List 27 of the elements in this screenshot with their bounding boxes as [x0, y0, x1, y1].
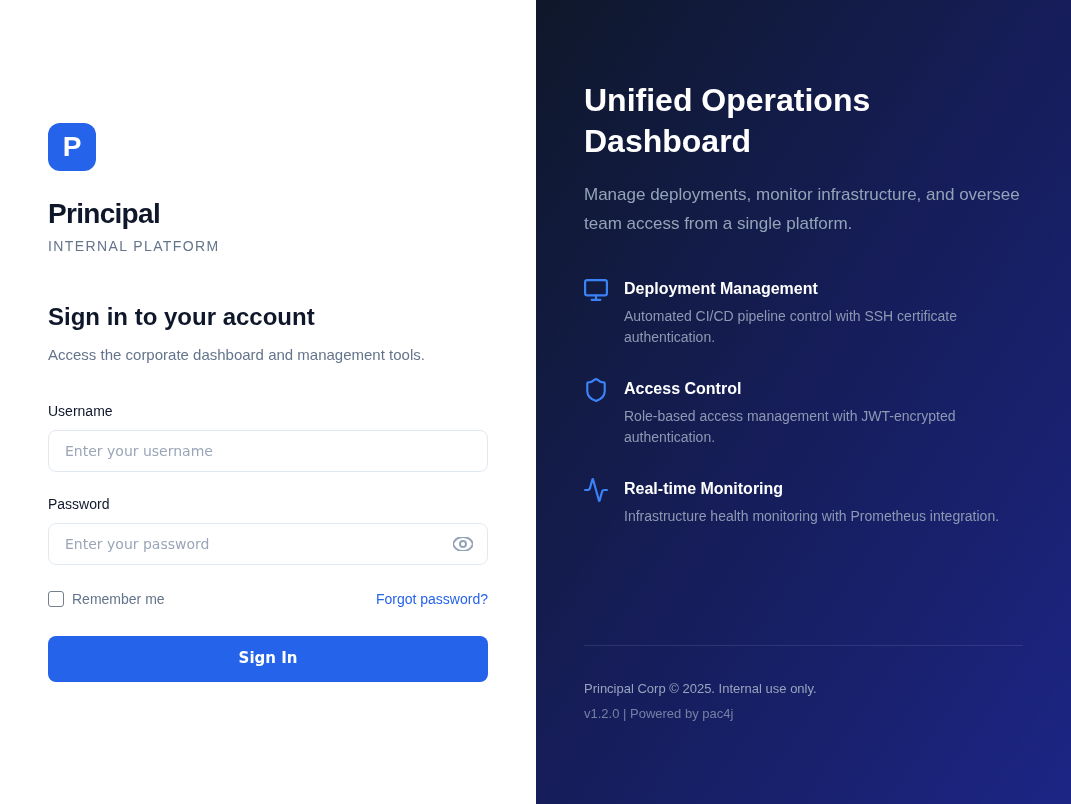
feature-title: Real-time Monitoring — [624, 479, 784, 499]
feature-description: Infrastructure health monitoring with Prometheus integration. — [624, 507, 1001, 526]
feature-description: Role-based access management with JWT-encrypted authentication. — [624, 407, 957, 447]
remember-label: Remember me — [72, 589, 165, 609]
remember-checkbox[interactable] — [48, 590, 64, 607]
brand-tagline: INTERNAL PLATFORM — [48, 236, 220, 256]
field-label: Username — [48, 401, 113, 421]
footer-copyright: Principal Corp © 2025. Internal use only. — [584, 680, 817, 698]
forgot-password-link[interactable]: Forgot password? — [375, 588, 488, 609]
monitor-icon — [584, 278, 608, 301]
feature-title: Access Control — [624, 379, 742, 399]
pulse-line-icon — [584, 477, 608, 502]
hero-description: Manage deployments, monitor infrastructure, and oversee team access from a single platform. — [584, 184, 1021, 235]
hero-title: Unified Operations Dashboard — [584, 81, 872, 161]
form-subheading: Access the corporate dashboard and management tools. — [48, 344, 425, 365]
footer-version: v1.2.0 | Powered by pac4j — [584, 705, 734, 723]
brand-name: Principal — [48, 196, 160, 231]
username-field[interactable]: Enter your username — [48, 429, 488, 472]
field-label: Password — [48, 494, 110, 514]
feature-description: Automated CI/CD pipeline control with SSH certificate authentication. — [624, 307, 959, 347]
password-field[interactable]: Enter your password — [48, 522, 488, 565]
feature-title: Deployment Management — [624, 279, 818, 299]
eye-icon[interactable] — [453, 536, 473, 551]
shield-icon — [586, 377, 606, 402]
logo-mark: P — [48, 122, 96, 171]
form-heading: Sign in to your account — [48, 301, 315, 332]
sign-in-button[interactable]: Sign In — [48, 635, 488, 682]
